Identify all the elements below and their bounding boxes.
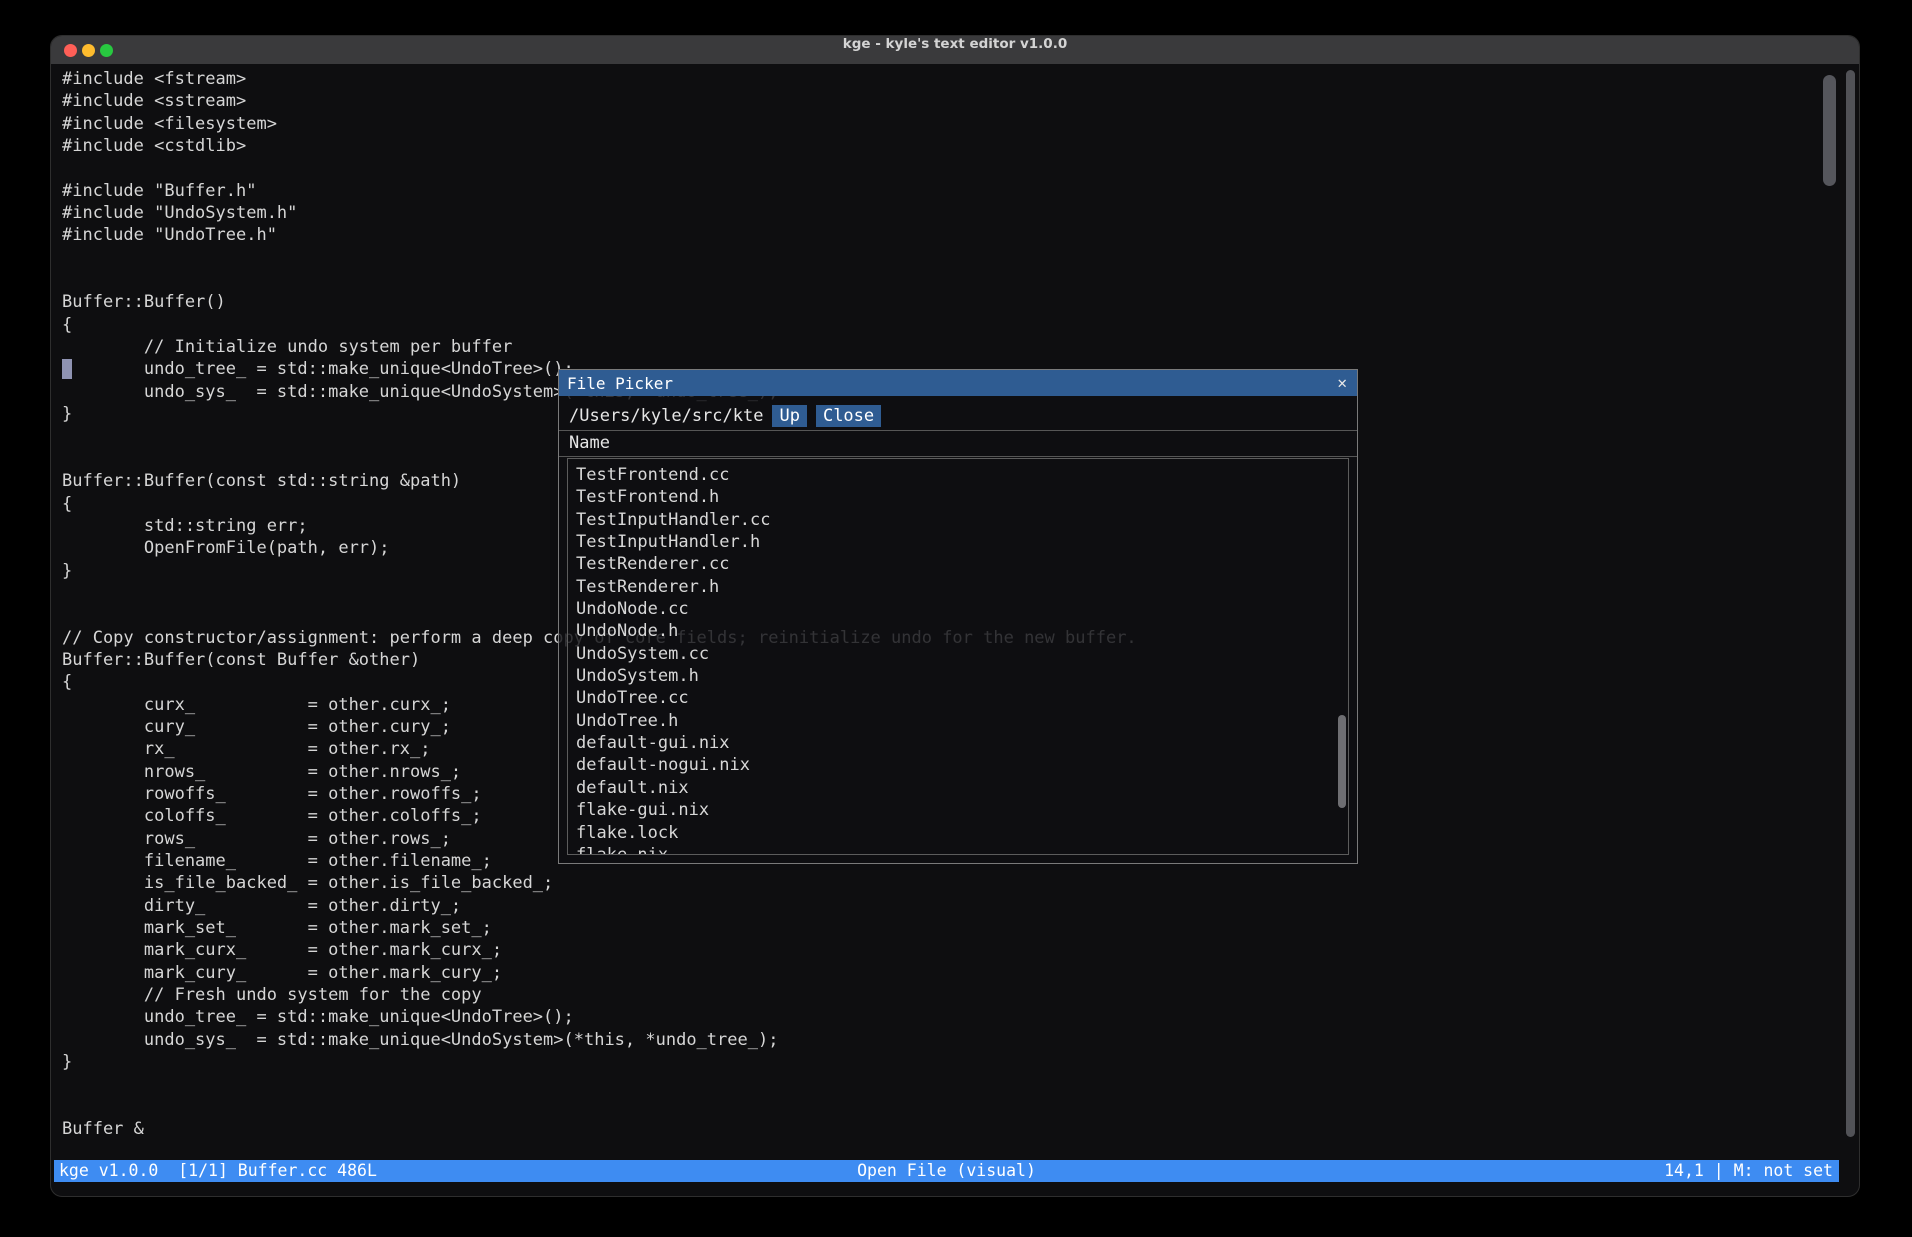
file-picker-titlebar[interactable]: File Picker ✕ <box>559 370 1357 396</box>
window-scrollbar-track[interactable] <box>1846 70 1855 1137</box>
file-item[interactable]: default.nix <box>576 777 1348 799</box>
file-item[interactable]: TestRenderer.cc <box>576 553 1348 575</box>
status-left: kge v1.0.0 [1/1] Buffer.cc 486L <box>59 1160 377 1182</box>
file-item[interactable]: flake.lock <box>576 822 1348 844</box>
text-cursor <box>62 359 72 379</box>
column-header-name: Name <box>569 432 610 454</box>
file-list[interactable]: TestFrontend.ccTestFrontend.hTestInputHa… <box>567 458 1349 855</box>
app-window: kge - kyle's text editor v1.0.0 #include… <box>50 35 1860 1197</box>
status-bar: kge v1.0.0 [1/1] Buffer.cc 486L Open Fil… <box>54 1160 1839 1182</box>
file-item[interactable]: TestInputHandler.cc <box>576 509 1348 531</box>
file-item[interactable]: UndoTree.cc <box>576 687 1348 709</box>
file-item[interactable]: default-nogui.nix <box>576 754 1348 776</box>
close-button[interactable]: Close <box>816 405 881 427</box>
file-item[interactable]: TestFrontend.cc <box>576 464 1348 486</box>
file-picker-title: File Picker <box>567 374 673 393</box>
file-list-scrollbar-thumb[interactable] <box>1338 715 1346 808</box>
status-center: Open File (visual) <box>857 1160 1036 1182</box>
window-titlebar: kge - kyle's text editor v1.0.0 <box>51 36 1859 64</box>
file-item[interactable]: UndoNode.h <box>576 620 1348 642</box>
file-item[interactable]: flake.nix <box>576 844 1348 855</box>
file-item[interactable]: UndoSystem.cc <box>576 643 1348 665</box>
file-item[interactable]: TestFrontend.h <box>576 486 1348 508</box>
file-item[interactable]: TestRenderer.h <box>576 576 1348 598</box>
window-title: kge - kyle's text editor v1.0.0 <box>51 36 1859 64</box>
file-item[interactable]: UndoTree.h <box>576 710 1348 732</box>
path-row: /Users/kyle/src/kte Up Close <box>569 404 1347 428</box>
file-item[interactable]: flake-gui.nix <box>576 799 1348 821</box>
file-item[interactable]: UndoSystem.h <box>576 665 1348 687</box>
editor-scrollbar-thumb[interactable] <box>1823 75 1836 186</box>
file-item[interactable]: TestInputHandler.h <box>576 531 1348 553</box>
file-item[interactable]: default-gui.nix <box>576 732 1348 754</box>
status-right: 14,1 | M: not set <box>1664 1160 1833 1182</box>
separator <box>559 456 1357 457</box>
separator <box>559 430 1357 431</box>
file-item[interactable]: UndoNode.cc <box>576 598 1348 620</box>
close-icon[interactable]: ✕ <box>1337 370 1347 396</box>
current-path: /Users/kyle/src/kte <box>569 406 763 426</box>
file-picker-dialog: File Picker ✕ /Users/kyle/src/kte Up Clo… <box>558 369 1358 864</box>
up-button[interactable]: Up <box>772 405 806 427</box>
